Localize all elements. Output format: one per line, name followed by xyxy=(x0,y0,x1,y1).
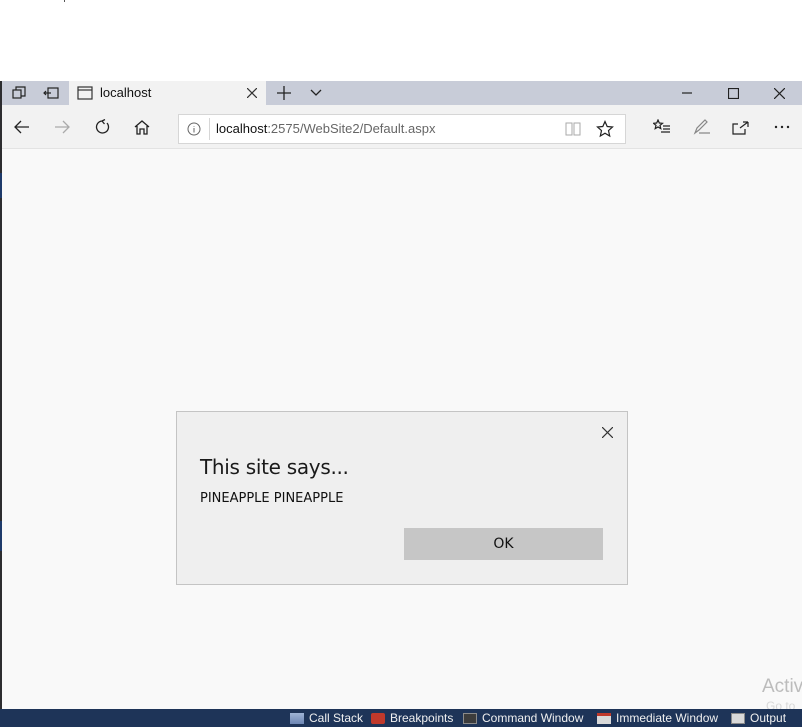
output-label: Output xyxy=(750,711,787,725)
maximize-icon xyxy=(727,87,739,99)
call-stack-label: Call Stack xyxy=(309,711,364,725)
reading-view-icon[interactable] xyxy=(565,122,581,136)
tab-title: localhost xyxy=(100,85,152,100)
page-icon xyxy=(77,86,93,100)
alert-dialog: This site says... PINEAPPLE PINEAPPLE OK xyxy=(176,411,628,585)
tab-bar: localhost xyxy=(2,81,802,105)
tabs-aside-icon xyxy=(12,86,26,99)
minimize-icon xyxy=(682,92,692,94)
screen: localhost localhost:2575/WebSite2/Defaul… xyxy=(0,0,802,727)
close-icon xyxy=(601,426,613,438)
output-tab[interactable]: Output xyxy=(731,710,786,726)
home-icon xyxy=(134,119,150,135)
call-stack-icon xyxy=(290,712,304,724)
home-button[interactable] xyxy=(128,115,156,139)
arrow-left-icon xyxy=(14,120,29,134)
restore-tabs-icon xyxy=(43,87,59,99)
minimize-button[interactable] xyxy=(670,81,704,105)
web-note-button[interactable] xyxy=(688,115,716,139)
url-path: :2575/WebSite2/Default.aspx xyxy=(267,121,436,136)
favorites-list-icon xyxy=(653,119,670,133)
tab-localhost[interactable]: localhost xyxy=(69,81,266,105)
immediate-window-icon xyxy=(597,712,611,724)
breakpoints-icon xyxy=(371,712,385,724)
activation-watermark: Activ xyxy=(762,676,802,697)
address-bar[interactable]: localhost:2575/WebSite2/Default.aspx xyxy=(178,114,626,144)
close-icon xyxy=(773,87,785,99)
set-tabs-aside-button[interactable] xyxy=(2,81,36,105)
speck xyxy=(64,0,65,2)
close-tab-button[interactable] xyxy=(244,85,260,101)
ide-tool-window-bar: Call Stack Breakpoints Command Window Im… xyxy=(0,709,802,727)
chevron-down-icon xyxy=(310,89,322,96)
refresh-icon xyxy=(95,119,110,134)
close-window-button[interactable] xyxy=(762,81,796,105)
dialog-message: PINEAPPLE PINEAPPLE xyxy=(200,491,344,506)
browser-window: localhost localhost:2575/WebSite2/Defaul… xyxy=(2,81,802,709)
immediate-window-label: Immediate Window xyxy=(616,711,719,725)
maximize-button[interactable] xyxy=(716,81,750,105)
tabs-aside-restore-button[interactable] xyxy=(34,81,68,105)
address-divider xyxy=(209,118,210,140)
desktop-background xyxy=(0,0,802,81)
immediate-window-tab[interactable]: Immediate Window xyxy=(597,710,718,726)
refresh-button[interactable] xyxy=(88,115,116,139)
page-content: This site says... PINEAPPLE PINEAPPLE OK xyxy=(2,149,802,709)
new-tab-button[interactable] xyxy=(267,81,301,105)
forward-button[interactable] xyxy=(48,115,76,139)
close-icon xyxy=(247,88,257,98)
more-dots-icon xyxy=(774,125,790,129)
command-window-label: Command Window xyxy=(482,711,584,725)
favorites-hub-button[interactable] xyxy=(648,115,676,139)
dialog-title: This site says... xyxy=(200,455,349,479)
navigation-toolbar: localhost:2575/WebSite2/Default.aspx xyxy=(2,105,802,149)
url-host: localhost xyxy=(216,121,268,136)
url-text[interactable]: localhost:2575/WebSite2/Default.aspx xyxy=(216,121,435,136)
share-icon xyxy=(732,121,749,135)
favorite-star-icon[interactable] xyxy=(596,120,614,138)
breakpoints-tab[interactable]: Breakpoints xyxy=(371,710,453,726)
back-button[interactable] xyxy=(8,115,36,139)
arrow-right-icon xyxy=(55,120,70,134)
breakpoints-label: Breakpoints xyxy=(390,711,454,725)
output-icon xyxy=(731,712,745,724)
call-stack-tab[interactable]: Call Stack xyxy=(290,710,363,726)
share-button[interactable] xyxy=(727,115,755,139)
command-window-tab[interactable]: Command Window xyxy=(463,710,583,726)
command-window-icon xyxy=(463,712,477,724)
dialog-close-button[interactable] xyxy=(598,423,616,441)
pen-icon xyxy=(693,119,710,135)
ok-button[interactable]: OK xyxy=(404,528,603,560)
plus-icon xyxy=(277,86,291,100)
tab-previews-button[interactable] xyxy=(299,81,333,105)
info-icon[interactable] xyxy=(187,122,201,136)
more-button[interactable] xyxy=(768,115,796,139)
